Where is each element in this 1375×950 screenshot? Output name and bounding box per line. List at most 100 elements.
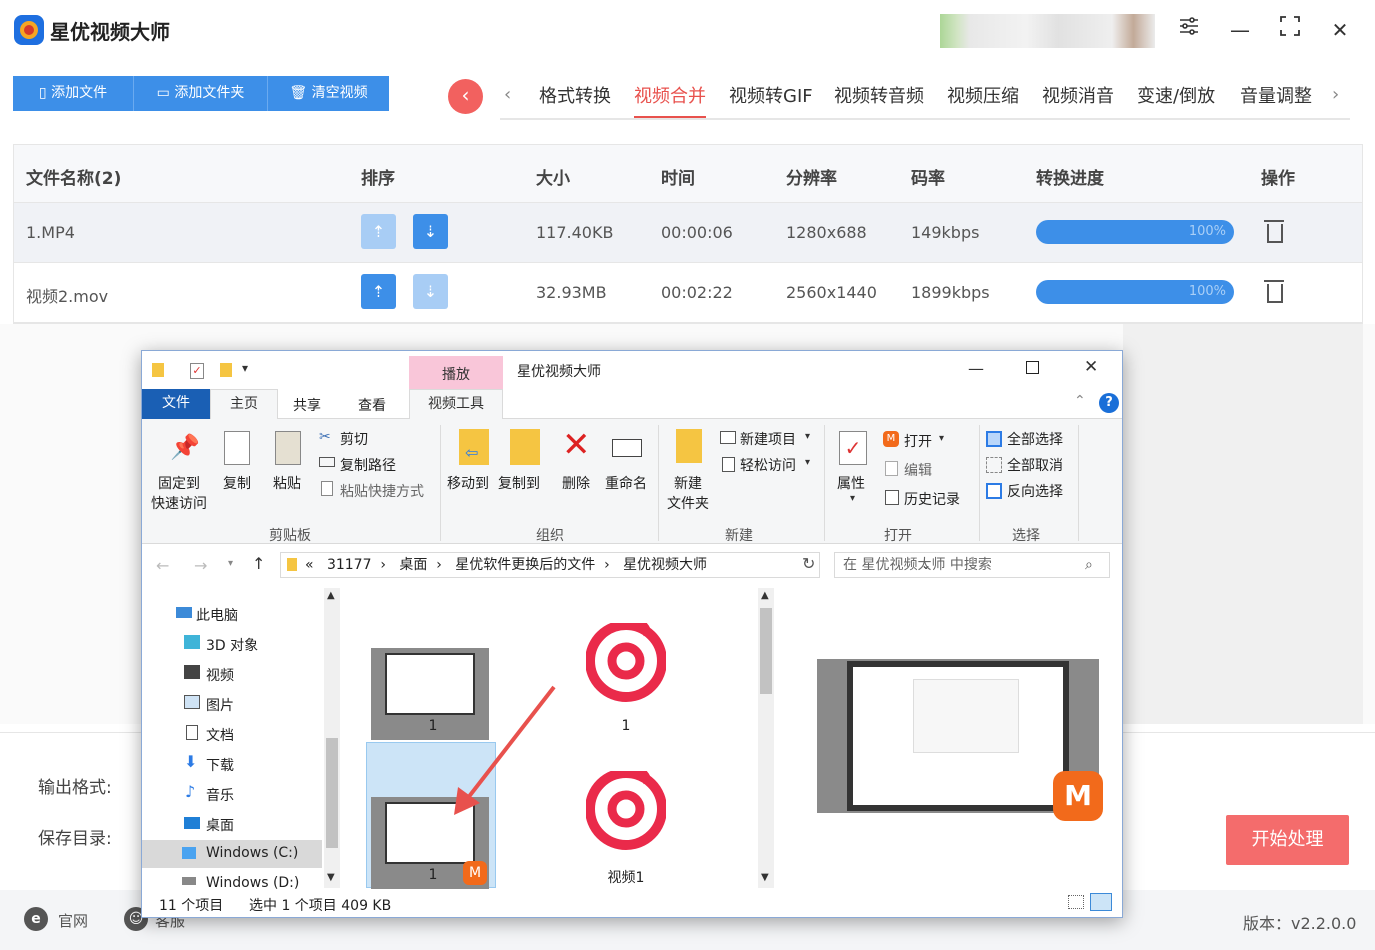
help-icon[interactable]: ? — [1099, 393, 1119, 413]
select-all-icon[interactable] — [986, 431, 1002, 447]
scroll-up-icon[interactable]: ▲ — [327, 590, 335, 601]
new-folder-label[interactable]: 新建 — [674, 473, 702, 493]
select-all-label[interactable]: 全部选择 — [1007, 429, 1063, 449]
open-label[interactable]: 打开 — [904, 431, 932, 451]
move-up-button[interactable]: ⇡ — [361, 214, 396, 249]
paste-icon[interactable] — [275, 431, 301, 465]
pin-label[interactable]: 固定到 — [158, 473, 200, 493]
move-to-label[interactable]: 移动到 — [447, 473, 489, 493]
nav-videos[interactable]: 视频 — [206, 665, 234, 685]
scroll-down-icon[interactable]: ▼ — [327, 872, 335, 883]
play-context-tab[interactable]: 播放 — [409, 356, 503, 391]
tab-video-merge[interactable]: 视频合并 — [634, 82, 706, 108]
copy-to-label[interactable]: 复制到 — [498, 473, 540, 493]
nav-music[interactable]: 音乐 — [206, 785, 234, 805]
user-avatar[interactable] — [940, 14, 1155, 48]
website-link[interactable]: 官网 — [58, 910, 88, 931]
scroll-down-icon[interactable]: ▼ — [761, 872, 769, 883]
move-down-button[interactable]: ⇣ — [413, 214, 448, 249]
collapse-ribbon-icon[interactable]: ⌃ — [1074, 393, 1086, 409]
address-bar[interactable]: « 31177 › 桌面 › 星优软件更换后的文件 › 星优视频大师 ⌄ — [280, 552, 931, 578]
tab-share[interactable]: 共享 — [293, 395, 321, 415]
breadcrumb-desktop[interactable]: 桌面 — [399, 557, 427, 573]
rename-icon[interactable] — [612, 439, 642, 457]
tab-video-tools[interactable]: 视频工具 — [409, 389, 503, 419]
paste-shortcut-icon[interactable] — [321, 481, 333, 496]
invert-selection-icon[interactable] — [986, 483, 1002, 499]
breadcrumb-current[interactable]: 星优视频大师 — [623, 557, 707, 573]
nav-drive-c[interactable]: Windows (C:) — [206, 845, 298, 861]
ex-close-icon[interactable]: ✕ — [1084, 357, 1098, 377]
delete-icon[interactable] — [1262, 217, 1286, 245]
breadcrumb-overflow[interactable]: « — [305, 557, 314, 573]
easy-access-label[interactable]: 轻松访问 — [740, 455, 796, 475]
settings-icon[interactable] — [1173, 14, 1205, 46]
tab-format-convert[interactable]: 格式转换 — [539, 82, 611, 108]
tab-file[interactable]: 文件 — [142, 389, 210, 419]
easy-access-dropdown-icon[interactable]: ▾ — [805, 457, 810, 468]
ex-minimize-icon[interactable]: — — [968, 359, 984, 378]
start-button[interactable]: 开始处理 — [1226, 815, 1349, 865]
files-scrollbar[interactable]: ▲ ▼ — [758, 588, 774, 888]
nav-scroll-thumb[interactable] — [326, 738, 338, 848]
properties-check-icon[interactable]: ✓ — [839, 431, 867, 465]
search-icon[interactable]: ⌕ — [1085, 553, 1093, 577]
netease-music-icon[interactable] — [585, 613, 667, 702]
tab-video-compress[interactable]: 视频压缩 — [947, 82, 1019, 108]
pin-label-2[interactable]: 快速访问 — [151, 493, 207, 513]
minimize-icon[interactable]: — — [1224, 14, 1256, 46]
new-item-label[interactable]: 新建项目 — [740, 429, 796, 449]
open-app-icon[interactable]: M — [883, 431, 899, 447]
edit-icon[interactable] — [885, 461, 898, 476]
nav-this-pc[interactable]: 此电脑 — [196, 605, 238, 625]
new-item-dropdown-icon[interactable]: ▾ — [805, 431, 810, 442]
paste-shortcut-label[interactable]: 粘贴快捷方式 — [340, 481, 424, 501]
file-label[interactable]: 1 — [423, 867, 443, 883]
copy-to-icon[interactable] — [510, 429, 540, 465]
nav-scrollbar[interactable]: ▲ ▼ — [324, 588, 340, 888]
netease-music-icon[interactable] — [585, 761, 667, 850]
breadcrumb-31177[interactable]: 31177 — [327, 557, 372, 573]
nav-desktop[interactable]: 桌面 — [206, 815, 234, 835]
tab-view[interactable]: 查看 — [358, 395, 386, 415]
paste-label[interactable]: 粘贴 — [273, 473, 301, 493]
tabs-left-chevron-icon[interactable]: ‹ — [504, 84, 511, 105]
delete-icon[interactable] — [1262, 277, 1286, 305]
nav-pictures[interactable]: 图片 — [206, 695, 234, 715]
close-icon[interactable]: ✕ — [1324, 14, 1356, 46]
forward-arrow-icon[interactable]: → — [194, 556, 207, 575]
properties-dropdown-icon[interactable]: ▾ — [850, 493, 855, 504]
refresh-icon[interactable]: ↻ — [802, 554, 815, 573]
file-label[interactable]: 视频1 — [596, 867, 656, 887]
tab-volume-adjust[interactable]: 音量调整 — [1240, 82, 1312, 108]
select-none-label[interactable]: 全部取消 — [1007, 455, 1063, 475]
file-label[interactable]: 1 — [423, 718, 443, 734]
new-folder-icon[interactable] — [676, 429, 702, 463]
details-view-icon[interactable] — [1068, 895, 1084, 909]
edit-label[interactable]: 编辑 — [904, 460, 932, 480]
select-none-icon[interactable] — [986, 457, 1002, 473]
maximize-icon[interactable] — [1274, 14, 1306, 46]
new-item-icon[interactable] — [720, 431, 736, 444]
breadcrumb-files[interactable]: 星优软件更换后的文件 — [455, 557, 595, 573]
cut-icon[interactable]: ✂ — [319, 429, 331, 445]
delete-x-icon[interactable]: ✕ — [562, 427, 591, 463]
properties-label[interactable]: 属性 — [837, 473, 865, 493]
easy-access-icon[interactable] — [722, 457, 735, 472]
delete-label[interactable]: 删除 — [562, 473, 590, 493]
tab-video-mute[interactable]: 视频消音 — [1042, 82, 1114, 108]
tabs-right-chevron-icon[interactable]: › — [1332, 84, 1339, 105]
quick-access-dropdown-icon[interactable]: ▾ — [242, 361, 248, 375]
open-dropdown-icon[interactable]: ▾ — [939, 433, 944, 444]
clear-videos-button[interactable]: 🗑 清空视频 — [268, 76, 389, 111]
move-to-icon[interactable]: ⇦ — [459, 429, 489, 465]
scroll-up-icon[interactable]: ▲ — [761, 590, 769, 601]
new-folder-quick-icon[interactable] — [220, 363, 232, 377]
file-explorer-window[interactable]: ✓ ▾ 播放 星优视频大师 — ✕ 文件 主页 共享 查看 视频工具 ⌃ ? 📌… — [141, 350, 1123, 918]
table-row[interactable]: 1.MP4 ⇡ ⇣ 117.40KB 00:00:06 1280x688 149… — [14, 203, 1362, 263]
invert-selection-label[interactable]: 反向选择 — [1007, 481, 1063, 501]
copy-icon[interactable] — [224, 431, 250, 465]
copy-path-icon[interactable] — [319, 457, 335, 467]
ex-maximize-icon[interactable] — [1026, 361, 1039, 374]
files-scroll-thumb[interactable] — [760, 608, 772, 694]
